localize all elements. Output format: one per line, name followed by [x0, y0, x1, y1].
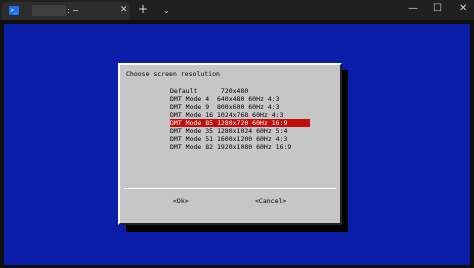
- resolution-option[interactable]: DMT Mode 85 1280x720 60Hz 16:9: [170, 119, 310, 127]
- resolution-option[interactable]: DMT Mode 35 1280x1024 60Hz 5:4: [170, 127, 310, 135]
- ok-button[interactable]: <Ok>: [173, 197, 189, 205]
- redacted-hostname: [32, 5, 66, 16]
- resolution-option[interactable]: Default 720x480: [170, 87, 310, 95]
- resolution-dialog: Choose screen resolution Default 720x480…: [118, 63, 342, 225]
- tab-close-icon[interactable]: ✕: [120, 4, 128, 16]
- terminal-tab[interactable]: >_ : ~ ✕: [2, 2, 130, 20]
- resolution-menu[interactable]: Default 720x480 DMT Mode 4 640x480 60Hz 4…: [170, 87, 310, 151]
- new-tab-button[interactable]: +: [138, 1, 148, 17]
- tab-title: : ~: [67, 6, 79, 15]
- dialog-title: Choose screen resolution: [126, 70, 220, 78]
- cancel-button[interactable]: <Cancel>: [255, 197, 286, 205]
- maximize-button[interactable]: ☐: [433, 1, 442, 17]
- resolution-option[interactable]: DMT Mode 82 1920x1080 60Hz 16:9: [170, 143, 310, 151]
- resolution-option[interactable]: DMT Mode 51 1600x1200 60Hz 4:3: [170, 135, 310, 143]
- chevron-down-icon[interactable]: ⌄: [163, 3, 170, 19]
- title-bar: >_ : ~ ✕ + ⌄ — ☐ ✕: [0, 0, 474, 20]
- dialog-divider: [124, 188, 336, 189]
- close-window-button[interactable]: ✕: [459, 1, 467, 17]
- resolution-option[interactable]: DMT Mode 16 1024x768 60Hz 4:3: [170, 111, 310, 119]
- resolution-option[interactable]: DMT Mode 4 640x480 60Hz 4:3: [170, 95, 310, 103]
- terminal-icon: >_: [9, 6, 19, 15]
- minimize-button[interactable]: —: [408, 1, 418, 17]
- resolution-option[interactable]: DMT Mode 9 800x600 60Hz 4:3: [170, 103, 310, 111]
